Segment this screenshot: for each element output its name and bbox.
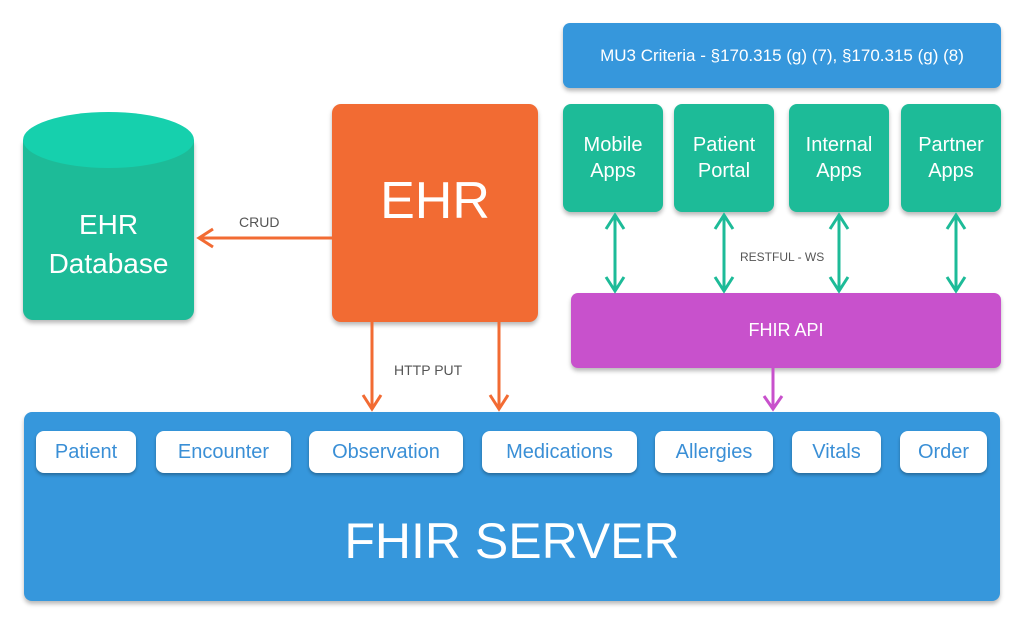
restful-arrow-internal-apps xyxy=(828,212,850,294)
connector-arrows xyxy=(196,212,967,412)
http-put-arrow-right xyxy=(488,322,510,412)
http-put-arrow-left xyxy=(361,322,383,412)
fhir-api-to-server-arrow xyxy=(762,368,784,412)
crud-arrow xyxy=(196,227,332,249)
restful-arrow-mobile-apps xyxy=(604,212,626,294)
restful-arrow-partner-apps xyxy=(945,212,967,294)
restful-arrow-patient-portal xyxy=(713,212,735,294)
